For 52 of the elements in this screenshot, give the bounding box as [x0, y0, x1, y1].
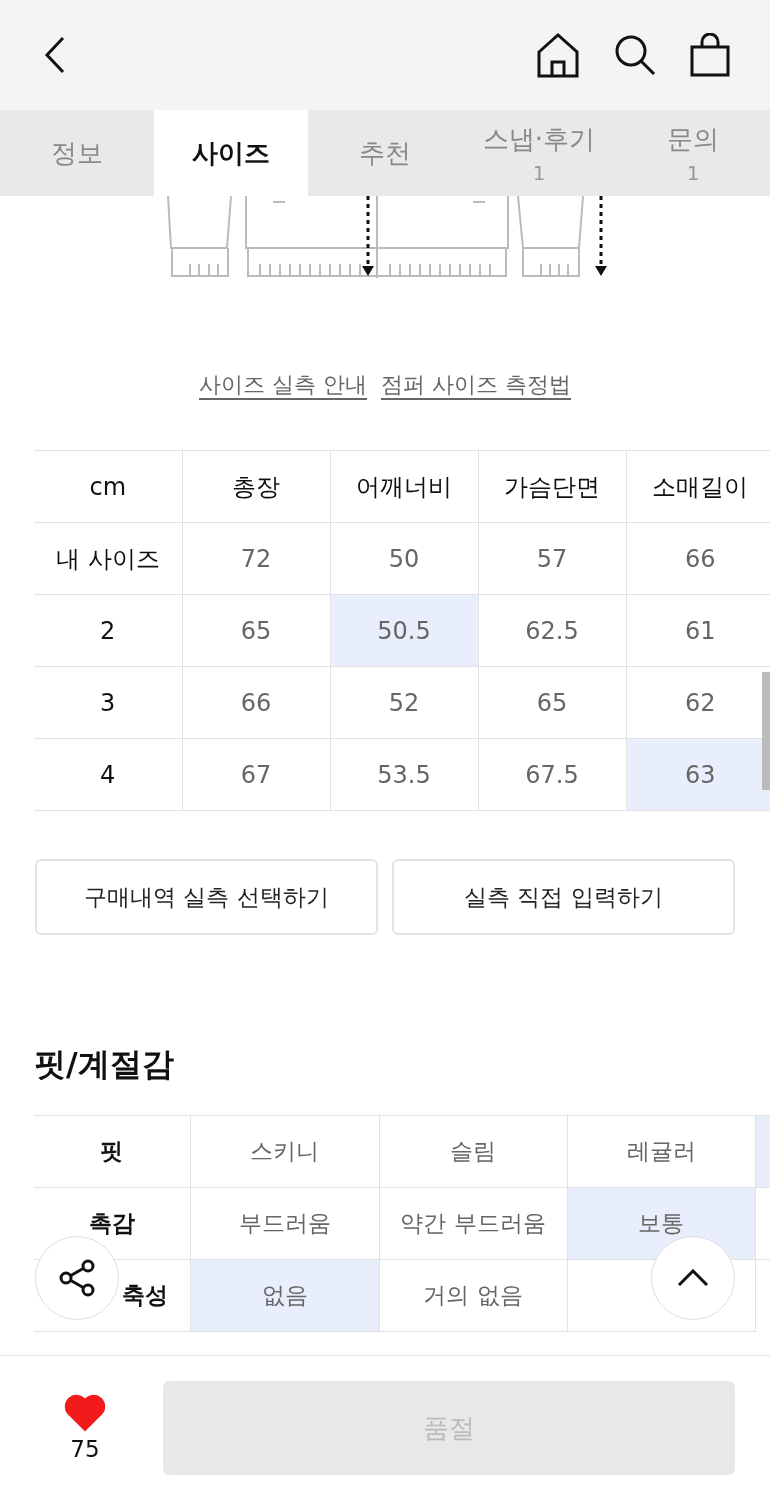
column-header: cm [34, 450, 182, 523]
row-label: 4 [34, 738, 182, 811]
row-label: 핏 [34, 1115, 190, 1188]
section-title: 핏/계절감 [34, 1044, 175, 1085]
table-cell: 57 [478, 522, 626, 595]
option-cell: 레귤러 [567, 1115, 755, 1188]
table-cell: 50.5 [330, 594, 478, 667]
size-button[interactable]: 구매내역 실측 선택하기 [35, 859, 378, 935]
scrollbar[interactable] [762, 672, 770, 790]
row-label: 3 [34, 666, 182, 739]
chevron-up-icon [677, 1269, 709, 1287]
column-header: 가슴단면 [478, 450, 626, 523]
option-cell: 슬림 [379, 1115, 567, 1188]
table-cell: 50 [330, 522, 478, 595]
row-label: 2 [34, 594, 182, 667]
table-cell: 62.5 [478, 594, 626, 667]
table-cell: 66 [626, 522, 770, 595]
table-cell: 66 [182, 666, 330, 739]
column-header: 어깨너비 [330, 450, 478, 523]
tab[interactable]: 정보 [0, 110, 154, 196]
row-label: 축성 [122, 1282, 168, 1308]
table-cell: 61 [626, 594, 770, 667]
back-icon[interactable] [44, 36, 66, 74]
option-cell: 부드러움 [190, 1187, 379, 1260]
column-header: 총장 [182, 450, 330, 523]
shopping-bag-icon[interactable] [690, 33, 730, 77]
table-cell: 65 [182, 594, 330, 667]
option-cell: 약간 부드러움 [379, 1187, 567, 1260]
table-cell: 53.5 [330, 738, 478, 811]
table-cell: 67.5 [478, 738, 626, 811]
tab[interactable]: 사이즈 [154, 110, 308, 196]
tab[interactable]: 스냅·후기 1 [462, 110, 616, 196]
guide-link[interactable]: 점퍼 사이즈 측정법 [381, 370, 571, 400]
option-cell: 스키니 [190, 1115, 379, 1188]
like-count: 75 [70, 1436, 100, 1462]
search-icon[interactable] [614, 34, 656, 76]
table-cell: 52 [330, 666, 478, 739]
guide-link[interactable]: 사이즈 실측 안내 [199, 370, 367, 400]
column-header: 소매길이 [626, 450, 770, 523]
heart-icon[interactable] [64, 1394, 106, 1432]
size-button[interactable]: 실측 직접 입력하기 [392, 859, 735, 935]
share-icon [57, 1258, 97, 1298]
option-cell: 없음 [190, 1259, 379, 1332]
home-icon[interactable] [536, 32, 580, 78]
table-cell: 63 [626, 738, 770, 811]
table-cell: 65 [478, 666, 626, 739]
table-cell: 67 [182, 738, 330, 811]
table-cell: 72 [182, 522, 330, 595]
option-cell: 거의 없음 [379, 1259, 567, 1332]
tab[interactable]: 문의 1 [616, 110, 770, 196]
tab[interactable]: 추천 [308, 110, 462, 196]
row-label: 내 사이즈 [34, 522, 182, 595]
